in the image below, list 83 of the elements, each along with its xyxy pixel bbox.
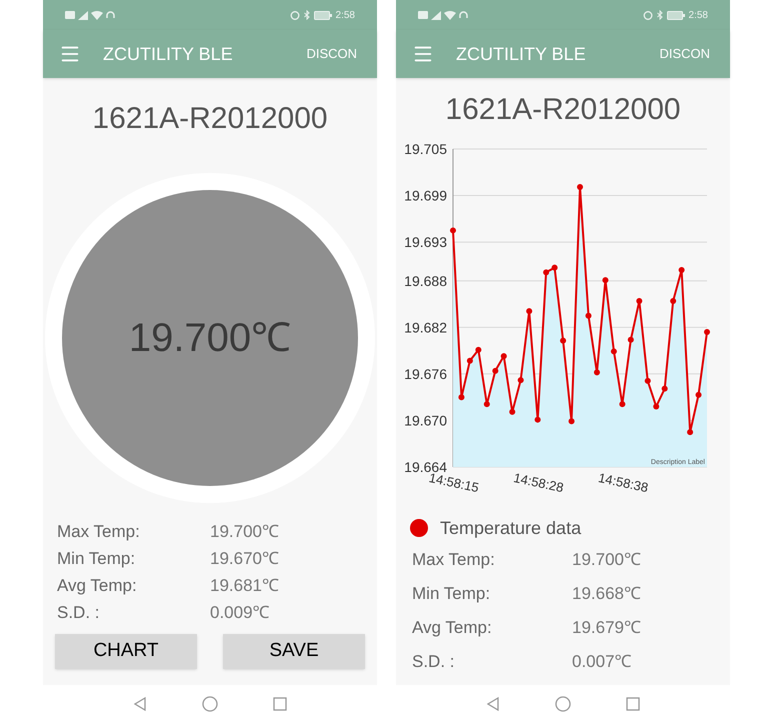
stat-value: 19.700℃ [210,520,279,543]
data-point [585,312,592,319]
data-point [644,378,651,384]
data-point [492,368,498,374]
stat-value: 19.679℃ [572,617,641,640]
device-name: 1621A-R2012000 [444,93,682,127]
home-icon[interactable] [202,696,218,712]
status-time: 2:58 [336,8,355,22]
legend-label: Temperature data [440,516,582,540]
signal-icon [431,10,441,20]
battery-icon [314,10,332,20]
data-point [670,298,676,304]
y-tick-label: 19.705 [404,141,447,157]
stat-label: Avg Temp: [57,574,138,597]
sim-icon [65,11,75,19]
stat-value: 0.009℃ [210,602,270,624]
action-button[interactable]: CHART [55,634,197,669]
data-point [534,416,541,423]
home-icon[interactable] [555,696,571,712]
y-tick-label: 19.676 [404,366,447,382]
data-point [662,386,668,392]
battery-icon [666,10,685,20]
data-point [619,401,626,408]
data-point [450,227,456,234]
bluetooth-icon [304,10,310,20]
stat-value: 19.670℃ [210,548,279,570]
data-point [602,277,608,284]
data-point [577,184,583,190]
data-point [484,401,490,408]
app-title: ZCUTILITY BLE [103,42,234,66]
y-tick-label: 19.664 [404,459,447,475]
temperature-reading: 19.700℃ [128,315,292,362]
stat-label: Avg Temp: [412,617,493,640]
app-title: ZCUTILITY BLE [456,42,587,66]
data-point [518,377,524,384]
y-tick-label: 19.693 [404,234,447,250]
data-point [560,338,566,344]
stat-label: Max Temp: [57,520,141,543]
data-point [653,404,660,410]
action-button[interactable]: SAVE [223,634,365,669]
y-tick-label: 19.699 [404,188,447,204]
wifi-icon [444,10,456,20]
data-point [509,408,516,415]
y-tick-label: 19.670 [404,412,447,428]
stat-label: Min Temp: [412,583,492,606]
back-icon[interactable] [133,697,147,711]
stat-value: 19.668℃ [572,583,641,606]
wifi-icon [91,10,103,20]
y-tick-label: 19.688 [404,272,447,289]
stat-label: S.D. : [412,651,456,674]
data-point [704,329,710,336]
data-point [687,429,694,436]
data-point [458,394,464,400]
stat-label: S.D. : [57,602,101,624]
back-icon[interactable] [486,697,500,711]
data-point [526,308,532,314]
data-point [636,298,642,304]
recents-icon[interactable] [273,697,287,711]
stat-label: Max Temp: [412,549,496,572]
stat-value: 19.681℃ [210,574,279,597]
data-point [552,264,558,271]
sim-icon [418,11,428,19]
data-point [610,348,617,354]
y-tick-label: 19.682 [404,319,447,336]
x-tick-label: 14:58:28 [512,470,565,496]
stat-value: 19.700℃ [572,549,641,572]
status-time: 2:58 [688,8,708,22]
data-point [678,267,685,273]
device-name: 1621A-R2012000 [91,102,329,136]
x-tick-label: 14:58:38 [596,470,650,496]
data-point [466,358,473,364]
data-point [696,392,702,398]
signal-icon [78,10,88,20]
data-point [475,346,482,353]
recents-icon[interactable] [626,697,640,711]
data-point [500,353,507,360]
data-point [628,336,634,343]
data-point [568,418,575,424]
bluetooth-icon [656,10,663,20]
stat-label: Min Temp: [57,548,136,570]
data-point [543,269,550,276]
stat-value: 0.007℃ [572,651,632,674]
data-point [594,369,600,376]
